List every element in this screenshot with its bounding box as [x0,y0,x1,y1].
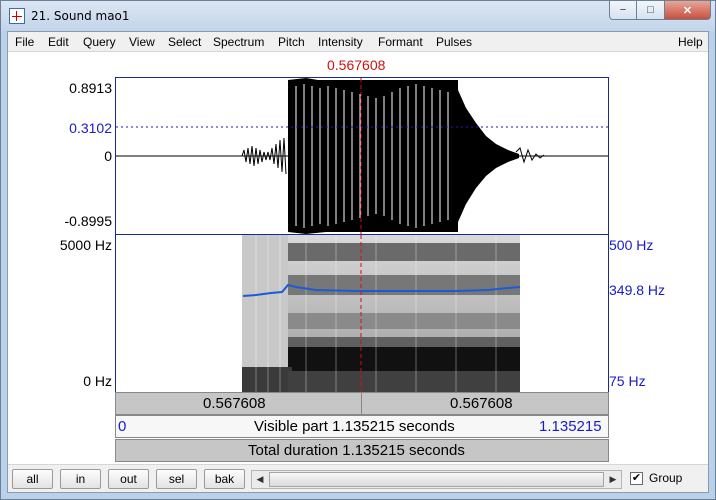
menu-select[interactable]: Select [168,35,201,49]
time-scrollbar[interactable]: ◀ ▶ [251,470,622,489]
title-bar[interactable]: 21. Sound mao1 − □ ✕ [1,1,715,31]
menu-pitch[interactable]: Pitch [278,35,305,49]
left-part-duration: 0.567608 [203,395,266,412]
zoom-back-button[interactable]: bak [204,469,245,489]
zoom-selection-button[interactable]: sel [156,469,197,489]
menu-intensity[interactable]: Intensity [318,35,363,49]
menu-spectrum[interactable]: Spectrum [213,35,264,49]
visible-part-bar[interactable]: 0 Visible part 1.135215 seconds 1.135215 [115,415,609,438]
scroll-left-icon[interactable]: ◀ [252,471,268,488]
scroll-thumb[interactable] [269,472,604,487]
sound-drawing-area[interactable]: 0.567608 0.8913 0.3102 0 -0.8995 5000 Hz… [8,53,708,464]
menu-pulses[interactable]: Pulses [436,35,472,49]
right-part-duration: 0.567608 [450,395,513,412]
praat-sound-window: 21. Sound mao1 − □ ✕ File Edit Query Vie… [0,0,716,500]
bar-divider [361,393,362,414]
cursor-time-label: 0.567608 [327,57,386,73]
zoom-in-button[interactable]: in [60,469,101,489]
total-duration-text: Total duration 1.135215 seconds [248,442,465,459]
waveform-panel[interactable] [115,77,609,235]
minimize-button[interactable]: − [609,1,637,20]
group-checkbox[interactable]: ✔ [630,471,643,485]
editor-client-area: File Edit Query View Select Spectrum Pit… [7,31,709,493]
menu-view[interactable]: View [129,35,155,49]
close-button[interactable]: ✕ [665,1,711,20]
waveform-min-label: -0.8995 [64,213,112,229]
spectrogram-panel[interactable] [115,235,609,392]
waveform-max-label: 0.8913 [69,80,112,96]
total-duration-bar[interactable]: Total duration 1.135215 seconds [115,439,609,462]
menu-bar: File Edit Query View Select Spectrum Pit… [8,32,708,52]
waveform-plot [116,78,608,234]
waveform-cursor-value: 0.3102 [69,120,112,136]
selection-bar[interactable]: 0.567608 0.567608 [115,392,609,415]
spectrogram-plot [242,235,521,392]
group-toggle[interactable]: ✔ Group [630,471,682,485]
pitch-value-label: 349.8 Hz [609,282,666,298]
spectrogram-top-freq: 5000 Hz [59,237,112,253]
visible-start-time: 0 [118,418,127,435]
maximize-button[interactable]: □ [637,1,665,20]
pitch-bottom-label: 75 Hz [609,373,646,389]
menu-query[interactable]: Query [83,35,116,49]
pitch-top-label: 500 Hz [609,237,654,253]
window-controls: − □ ✕ [609,1,711,21]
menu-formant[interactable]: Formant [378,35,423,49]
waveform-zero-label: 0 [104,148,112,164]
window-title: 21. Sound mao1 [31,9,130,23]
group-label: Group [649,471,683,485]
spectrogram-bottom-freq: 0 Hz [83,373,112,389]
zoom-out-button[interactable]: out [108,469,149,489]
menu-file[interactable]: File [15,35,34,49]
visible-end-time: 1.135215 [539,418,602,435]
menu-help[interactable]: Help [678,35,703,49]
praat-app-icon [9,8,25,24]
zoom-all-button[interactable]: all [12,469,53,489]
scroll-right-icon[interactable]: ▶ [605,471,621,488]
menu-edit[interactable]: Edit [48,35,69,49]
bottom-toolbar: all in out sel bak ◀ ▶ ✔ Group [8,464,708,492]
visible-part-text: Visible part 1.135215 seconds [254,418,455,435]
